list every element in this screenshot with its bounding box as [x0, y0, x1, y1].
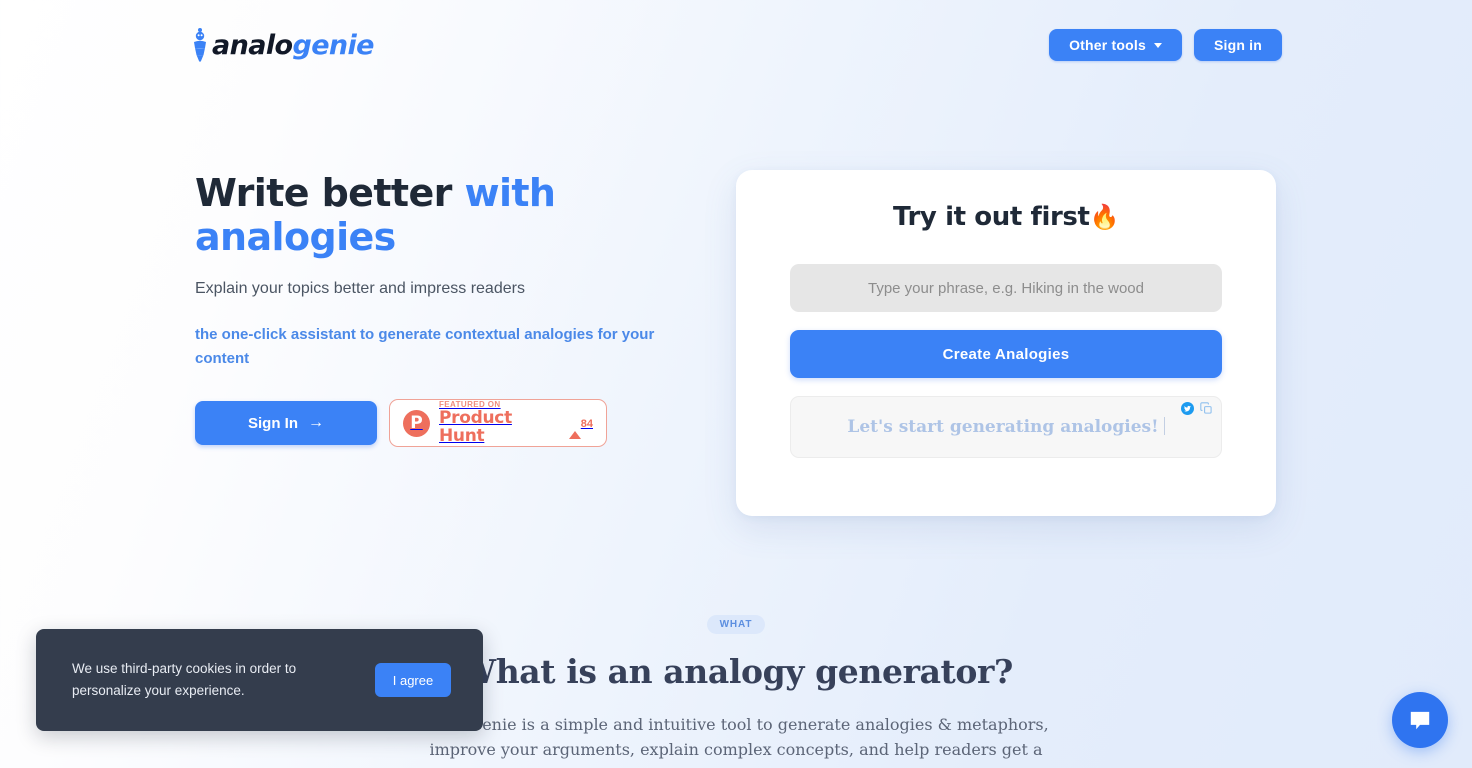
page-title: Write better with analogies	[195, 171, 695, 259]
product-hunt-upvote-count: 84	[580, 417, 593, 430]
cookie-consent-banner: We use third-party cookies in order to p…	[36, 629, 483, 731]
sign-in-label: Sign In	[248, 414, 298, 432]
header-actions: Other tools Sign in	[1049, 29, 1282, 61]
logo-text-part-a: analo	[212, 29, 293, 61]
cookie-agree-button[interactable]: I agree	[375, 663, 451, 697]
chat-bubble-icon	[1407, 707, 1433, 733]
result-placeholder-text: Let's start generating analogies!	[847, 417, 1165, 437]
chevron-down-icon	[1153, 42, 1162, 48]
logo-text-part-b: genie	[292, 29, 374, 61]
try-card-title: Try it out first🔥	[790, 202, 1222, 232]
hero-cta-group: Sign In → P FEATURED ON Product Hunt 84	[195, 399, 695, 448]
arrow-right-icon: →	[308, 414, 324, 432]
product-hunt-logo-icon: P	[403, 409, 430, 437]
product-hunt-text: FEATURED ON Product Hunt	[439, 400, 560, 447]
text-cursor	[1163, 417, 1165, 435]
other-tools-label: Other tools	[1069, 37, 1146, 53]
product-hunt-votes: 84	[568, 413, 593, 439]
product-hunt-badge[interactable]: P FEATURED ON Product Hunt 84	[389, 399, 607, 448]
other-tools-button[interactable]: Other tools	[1049, 29, 1182, 61]
upvote-triangle-icon	[568, 413, 581, 439]
hero-title-main: Write better	[195, 171, 465, 215]
copy-icon[interactable]	[1200, 402, 1213, 415]
genie-icon	[190, 27, 210, 63]
hero-subtitle: Explain your topics better and impress r…	[195, 280, 525, 298]
logo[interactable]: analogenie	[190, 27, 375, 63]
try-it-out-card: Try it out first🔥 Create Analogies Let's…	[736, 170, 1276, 516]
what-section-body: AnaloGenie is a simple and intuitive too…	[423, 715, 1049, 768]
sign-in-button-hero[interactable]: Sign In →	[195, 401, 377, 446]
result-actions	[1181, 402, 1213, 415]
site-header: analogenie Other tools Sign in	[0, 0, 1472, 90]
section-badge: WHAT	[706, 615, 766, 634]
cookie-message: We use third-party cookies in order to p…	[72, 661, 297, 698]
twitter-icon[interactable]	[1181, 402, 1194, 415]
logo-wordmark: analogenie	[212, 29, 375, 61]
result-box: Let's start generating analogies!	[790, 396, 1222, 458]
chat-widget-button[interactable]	[1392, 692, 1448, 748]
phrase-input[interactable]	[790, 264, 1222, 312]
hero-tagline: the one-click assistant to generate cont…	[195, 326, 655, 368]
result-text-value: Let's start generating analogies!	[847, 417, 1159, 437]
try-card-title-text: Try it out first	[893, 202, 1090, 232]
product-hunt-name: Product Hunt	[439, 408, 512, 447]
hero-left-column: Write better with analogies Explain your…	[195, 171, 695, 448]
create-analogies-button[interactable]: Create Analogies	[790, 330, 1222, 378]
sign-in-button-header[interactable]: Sign in	[1193, 29, 1282, 61]
fire-icon: 🔥	[1089, 203, 1120, 231]
